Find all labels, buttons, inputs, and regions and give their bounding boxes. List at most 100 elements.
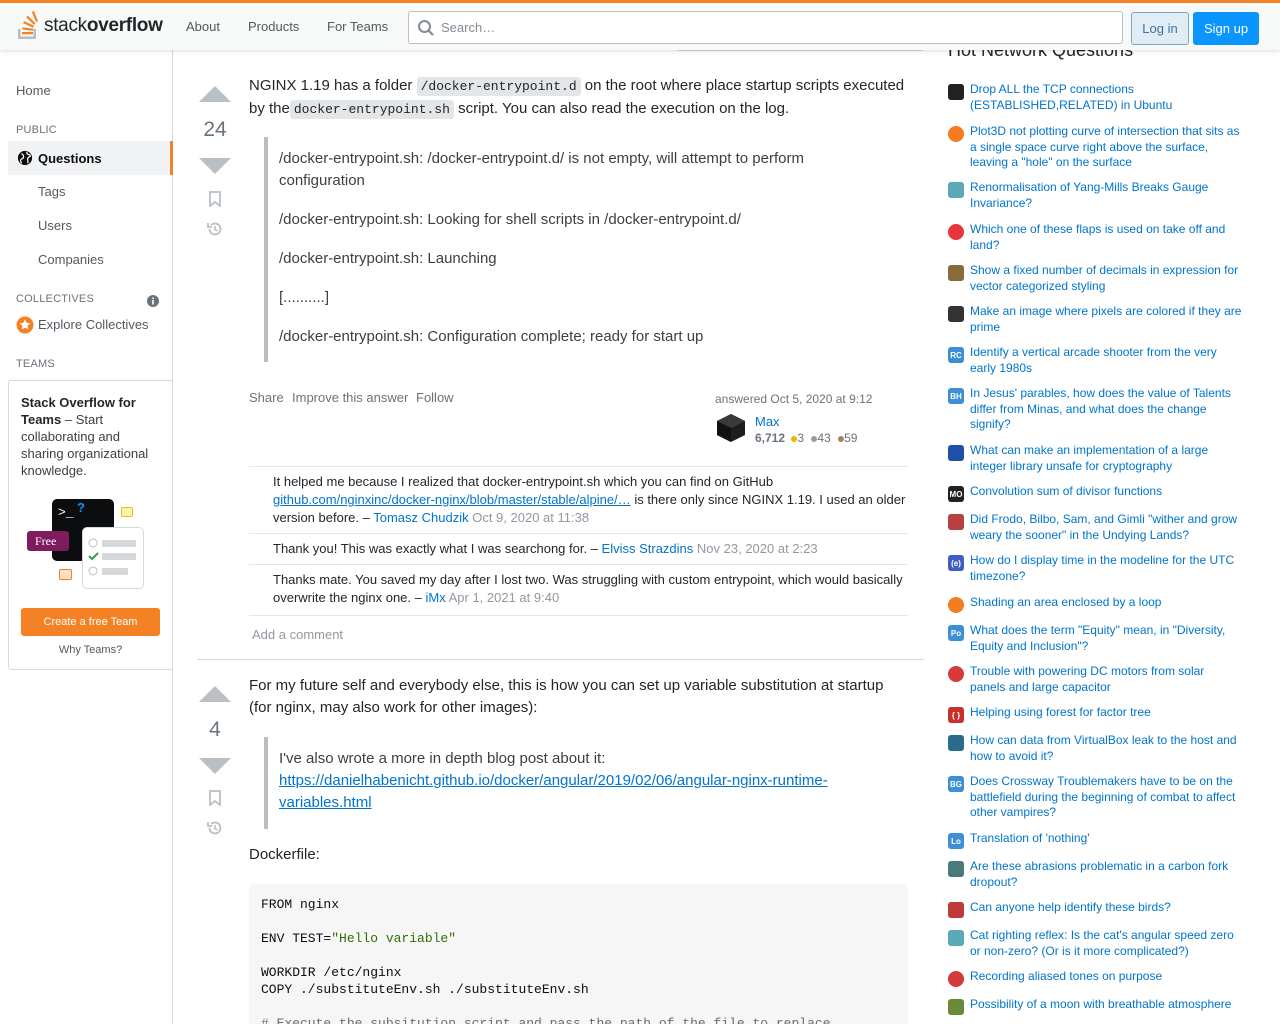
hnq-question-link[interactable]: Show a fixed number of decimals in expre… [970,263,1242,294]
search-box [408,11,1123,44]
sidebar-item-label: Explore Collectives [38,317,149,332]
checklist-icon [88,538,136,576]
hnq-question-link[interactable]: How do I display time in the modeline fo… [970,553,1242,584]
sidebar-item-companies[interactable]: Companies [38,252,104,267]
site-favicon-icon: Po [948,625,964,641]
hnq-question-link[interactable]: Drop ALL the TCP connections (ESTABLISHE… [970,82,1242,113]
hnq-question-link[interactable]: Helping using forest for factor tree [970,705,1242,721]
collectives-heading: COLLECTIVES [16,293,95,305]
hnq-question-link[interactable]: Translation of 'nothing' [970,831,1242,847]
answer-body-paragraph: NGINX 1.19 has a folder /docker-entrypoi… [249,77,905,119]
comment-user-link[interactable]: iMx [425,590,445,605]
site-favicon-icon [948,182,964,198]
comment-user-link[interactable]: Elviss Strazdins [602,541,694,556]
hnq-question-link[interactable]: Does Crossway Troublemakers have to be o… [970,774,1242,821]
history-icon[interactable] [206,220,224,238]
login-button[interactable]: Log in [1131,12,1189,45]
site-favicon-icon [948,930,964,946]
sidebar-item-tags[interactable]: Tags [38,184,65,199]
site-favicon-icon: BH [948,388,964,404]
sidebar-item-users[interactable]: Users [38,218,72,233]
site-favicon-icon [948,84,964,100]
hnq-question-link[interactable]: Convolution sum of divisor functions [970,484,1242,500]
globe-icon [17,150,33,166]
site-favicon-icon [948,999,964,1015]
blog-post-link[interactable]: variables.html [279,792,372,814]
answer-body-paragraph: For my future self and everybody else, t… [249,677,884,716]
comment-link[interactable]: github.com/nginxinc/docker-nginx/blob/ma… [273,492,631,507]
hnq-question-link[interactable]: Make an image where pixels are colored i… [970,304,1242,335]
site-favicon-icon [948,306,964,322]
hnq-question-link[interactable]: Renormalisation of Yang-Mills Breaks Gau… [970,180,1242,211]
site-favicon-icon [948,514,964,530]
bookmark-icon[interactable] [208,191,222,207]
follow-link[interactable]: Follow [416,390,454,405]
site-favicon-icon [948,902,964,918]
quote-line: I've also wrote a more in depth blog pos… [279,750,606,767]
sidebar-item-explore-collectives[interactable]: Explore Collectives [16,316,166,336]
hnq-question-link[interactable]: What can make an implementation of a lar… [970,443,1242,474]
hnq-question-link[interactable]: What does the term "Equity" mean, in "Di… [970,623,1242,654]
user-name-link[interactable]: Max [755,414,780,429]
blog-post-link[interactable]: https://danielhabenicht.github.io/docker… [279,770,828,792]
comment-date: Apr 1, 2021 at 9:40 [448,590,560,605]
hnq-question-link[interactable]: Possibility of a moon with breathable at… [970,997,1242,1013]
hnq-question-link[interactable]: Plot3D not plotting curve of intersectio… [970,124,1242,171]
inline-code: docker-entrypoint.sh [289,100,454,119]
sidebar-item-questions[interactable]: Questions [8,141,173,175]
site-favicon-icon: RC [948,347,964,363]
info-icon[interactable] [147,295,159,307]
add-comment-link[interactable]: Add a comment [252,627,343,642]
hnq-question-link[interactable]: Identify a vertical arcade shooter from … [970,345,1242,376]
comment-user-link[interactable]: Tomasz Chudzik [373,510,468,525]
nav-products[interactable]: Products [248,19,299,34]
hnq-question-link[interactable]: Which one of these flaps is used on take… [970,222,1242,253]
upvote-button[interactable] [199,686,231,702]
nav-for-teams[interactable]: For Teams [327,19,388,34]
dockerfile-label: Dockerfile: [249,846,320,863]
downvote-button[interactable] [199,758,231,774]
log-blockquote: /docker-entrypoint.sh: /docker-entrypoin… [264,137,904,362]
improve-answer-link[interactable]: Improve this answer [292,390,408,405]
user-card: answered Oct 5, 2020 at 9:12 Max 6,712 3… [708,387,908,449]
downvote-button[interactable] [199,158,231,174]
site-favicon-icon [948,971,964,987]
top-bar: stackoverflow About Products For Teams L… [0,0,1280,50]
hnq-question-link[interactable]: How can data from VirtualBox leak to the… [970,733,1242,764]
hnq-question-link[interactable]: Can anyone help identify these birds? [970,900,1242,916]
hnq-question-link[interactable]: Are these abrasions problematic in a car… [970,859,1242,890]
answered-timestamp: answered Oct 5, 2020 at 9:12 [715,392,873,406]
hnq-question-link[interactable]: In Jesus' parables, how does the value o… [970,386,1242,433]
search-input[interactable] [441,12,1111,43]
comment-divider [249,615,908,616]
quote-line: /docker-entrypoint.sh: Looking for shell… [279,211,741,228]
nav-about[interactable]: About [186,19,220,34]
hnq-question-link[interactable]: Recording aliased tones on purpose [970,969,1242,985]
upvote-button[interactable] [199,86,231,102]
teams-illustration: >_ ? Free [27,499,147,591]
teams-heading: TEAMS [16,358,55,370]
user-reputation: 6,712 3 43 59 [755,431,858,445]
site-favicon-icon [948,666,964,682]
quote-line: /docker-entrypoint.sh: Launching [279,250,497,267]
sidebar-item-home[interactable]: Home [16,83,51,98]
hnq-question-link[interactable]: Shading an area enclosed by a loop [970,595,1242,611]
stackoverflow-logo[interactable]: stackoverflow [16,10,163,42]
why-teams-link[interactable]: Why Teams? [9,644,172,656]
signup-button[interactable]: Sign up [1193,12,1259,45]
comment: It helped me because I realized that doc… [249,466,908,533]
hnq-question-link[interactable]: Trouble with powering DC motors from sol… [970,664,1242,695]
hnq-question-link[interactable]: Cat righting reflex: Is the cat's angula… [970,928,1242,959]
teams-promo-text: Stack Overflow for Teams – Start collabo… [21,395,149,478]
site-favicon-icon [948,224,964,240]
quote-line: [..........] [279,289,330,306]
history-icon[interactable] [206,819,224,837]
teams-promo: Stack Overflow for Teams – Start collabo… [8,380,173,670]
create-team-button[interactable]: Create a free Team [21,608,160,636]
bookmark-icon[interactable] [208,790,222,806]
quote-line: configuration [279,172,365,189]
share-link[interactable]: Share [249,390,284,405]
sidebar-item-label: Questions [38,151,102,166]
hnq-question-link[interactable]: Did Frodo, Bilbo, Sam, and Gimli "wither… [970,512,1242,543]
avatar[interactable] [715,412,747,444]
